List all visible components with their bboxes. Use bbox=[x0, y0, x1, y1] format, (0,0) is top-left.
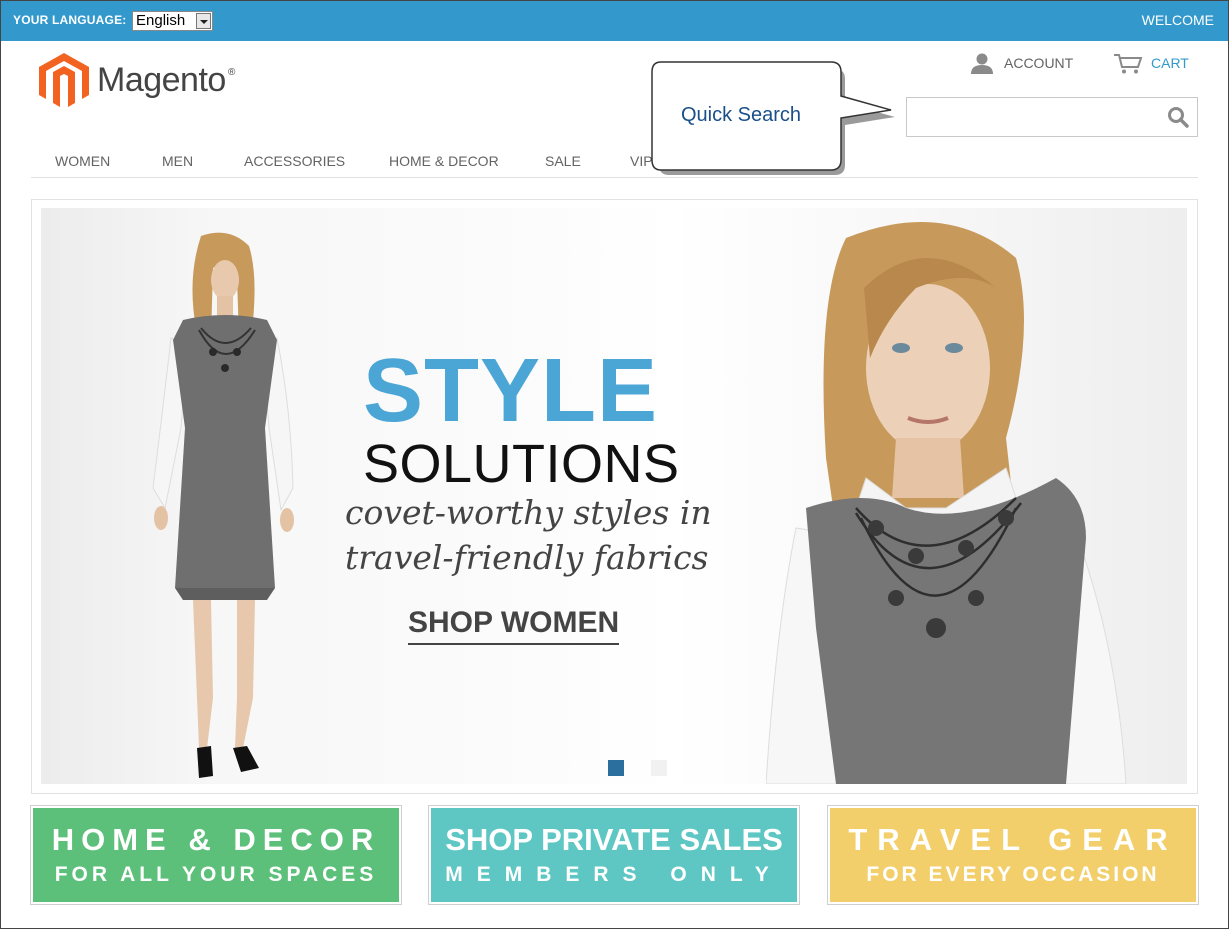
main-navigation: WOMEN MEN ACCESSORIES HOME & DECOR SALE … bbox=[31, 147, 1198, 178]
promo-title: SHOP PRIVATE SALES bbox=[445, 822, 783, 857]
shop-women-link[interactable]: SHOP WOMEN bbox=[408, 606, 620, 645]
user-icon bbox=[971, 53, 993, 74]
welcome-message: WELCOME bbox=[1141, 12, 1214, 28]
model-full-body-image bbox=[152, 232, 294, 778]
callout-text: Quick Search bbox=[681, 104, 802, 126]
language-select-value: English bbox=[136, 12, 186, 29]
promo-travel-gear[interactable]: TRAVEL GEAR FOR EVERY OCCASION bbox=[827, 805, 1199, 905]
slide-indicator-1[interactable] bbox=[608, 760, 624, 776]
promo-subtitle: FOR ALL YOUR SPACES bbox=[54, 863, 378, 886]
nav-item-home-decor[interactable]: HOME & DECOR bbox=[389, 153, 499, 169]
search-box[interactable] bbox=[906, 97, 1198, 137]
promo-private-sales[interactable]: SHOP PRIVATE SALES MEMBERS ONLY bbox=[428, 805, 800, 905]
chevron-down-icon[interactable] bbox=[196, 13, 211, 29]
nav-item-vip[interactable]: VIP bbox=[630, 153, 653, 169]
nav-item-men[interactable]: MEN bbox=[162, 153, 193, 169]
promo-subtitle: MEMBERS ONLY bbox=[445, 863, 783, 886]
promo-title: TRAVEL GEAR bbox=[848, 822, 1178, 857]
search-input[interactable] bbox=[913, 104, 1153, 130]
logo-registered-mark: ® bbox=[228, 67, 236, 78]
banner-tagline-line2: travel-friendly fabrics bbox=[345, 538, 709, 577]
nav-item-women[interactable]: WOMEN bbox=[55, 153, 110, 169]
cart-label: CART bbox=[1151, 55, 1189, 71]
site-logo[interactable]: Magento ® bbox=[39, 53, 239, 109]
model-portrait-image bbox=[766, 222, 1127, 784]
nav-item-accessories[interactable]: ACCESSORIES bbox=[244, 153, 345, 169]
top-bar: YOUR LANGUAGE: English WELCOME bbox=[1, 1, 1228, 41]
hero-banner[interactable]: STYLE SOLUTIONS covet-worthy styles in t… bbox=[41, 208, 1187, 784]
promo-title: HOME & DECOR bbox=[51, 822, 381, 857]
language-label: YOUR LANGUAGE: bbox=[13, 13, 127, 27]
banner-tagline-line1: covet-worthy styles in bbox=[345, 493, 712, 532]
banner-headline: STYLE bbox=[363, 341, 659, 441]
quick-search-callout: Quick Search bbox=[651, 61, 895, 175]
language-select[interactable]: English bbox=[132, 11, 213, 31]
banner-subheadline: SOLUTIONS bbox=[363, 434, 680, 494]
nav-item-sale[interactable]: SALE bbox=[545, 153, 581, 169]
cart-icon bbox=[1114, 54, 1143, 74]
logo-text: Magento bbox=[97, 61, 226, 99]
magento-logo-icon bbox=[39, 53, 89, 107]
promo-home-decor[interactable]: HOME & DECOR FOR ALL YOUR SPACES bbox=[30, 805, 402, 905]
promo-subtitle: FOR EVERY OCCASION bbox=[866, 863, 1160, 886]
search-icon[interactable] bbox=[1167, 106, 1189, 128]
slide-indicator-2[interactable] bbox=[651, 760, 667, 776]
account-label: ACCOUNT bbox=[1004, 55, 1074, 71]
